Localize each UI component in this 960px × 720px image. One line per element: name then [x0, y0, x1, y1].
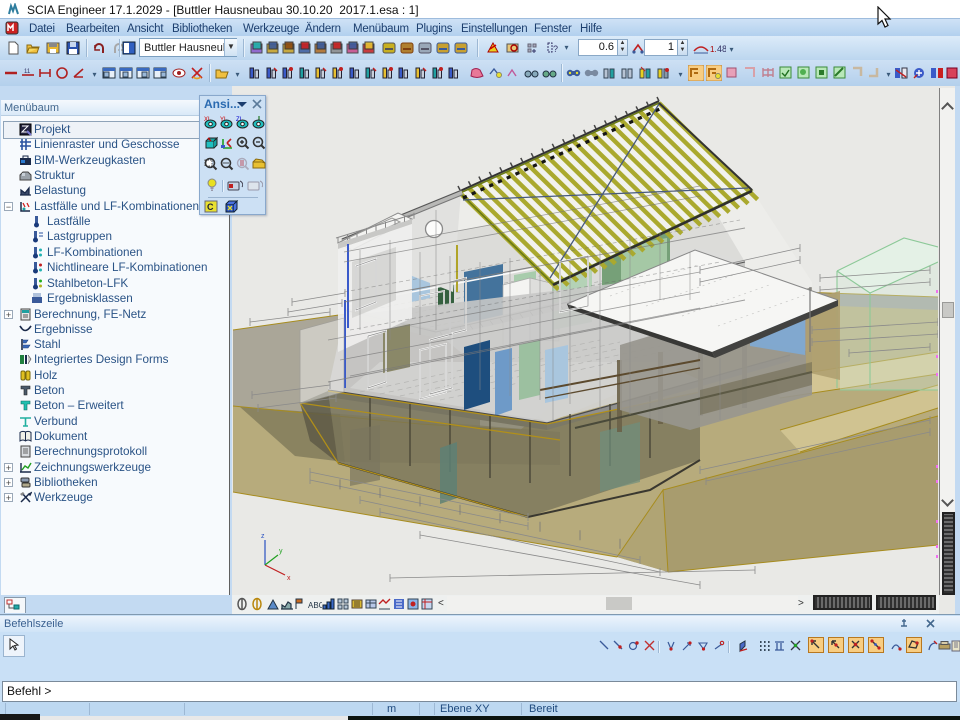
- svg-text:z: z: [261, 533, 265, 540]
- svg-text:?: ?: [553, 44, 558, 54]
- svg-text:ABC: ABC: [308, 601, 322, 610]
- svg-text:C: C: [207, 202, 214, 212]
- svg-text:11: 11: [24, 69, 31, 75]
- svg-text:x: x: [287, 575, 291, 582]
- svg-text:y: y: [279, 548, 283, 555]
- svg-text:1.: 1.: [710, 45, 717, 54]
- svg-text:48: 48: [717, 44, 726, 54]
